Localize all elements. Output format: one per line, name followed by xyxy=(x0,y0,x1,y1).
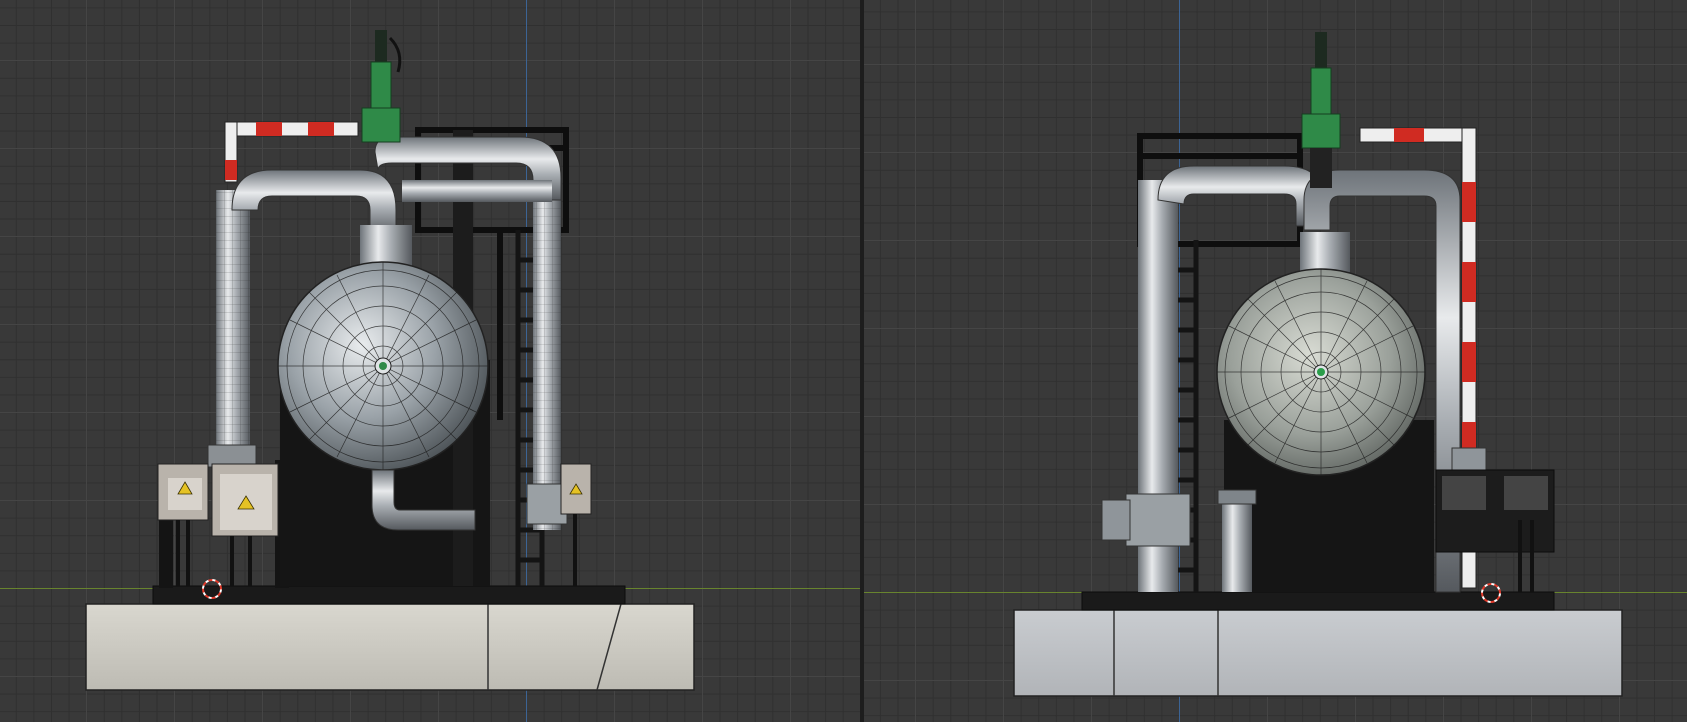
bottom-outlet-pipe xyxy=(1222,490,1252,592)
spherical-vessel xyxy=(1216,268,1426,476)
steel-skid xyxy=(1081,591,1555,611)
front-view-model[interactable] xyxy=(0,0,860,722)
blender-dual-viewport xyxy=(0,0,1687,722)
viewport-side[interactable] xyxy=(864,0,1687,722)
viewport-front[interactable] xyxy=(0,0,860,722)
junction-box-1 xyxy=(1435,469,1555,553)
top-nozzle xyxy=(1300,232,1350,272)
junction-box-3 xyxy=(560,463,592,515)
side-view-model[interactable] xyxy=(864,0,1687,722)
safety-valve xyxy=(361,30,402,143)
top-nozzle xyxy=(360,225,412,267)
safety-valve xyxy=(1301,32,1341,188)
concrete-foundation xyxy=(85,603,695,691)
junction-box-1 xyxy=(157,463,209,521)
top-cross-pipe xyxy=(402,180,552,202)
junction-box-2 xyxy=(211,463,279,537)
concrete-foundation xyxy=(1013,609,1623,697)
spherical-vessel xyxy=(277,261,489,471)
